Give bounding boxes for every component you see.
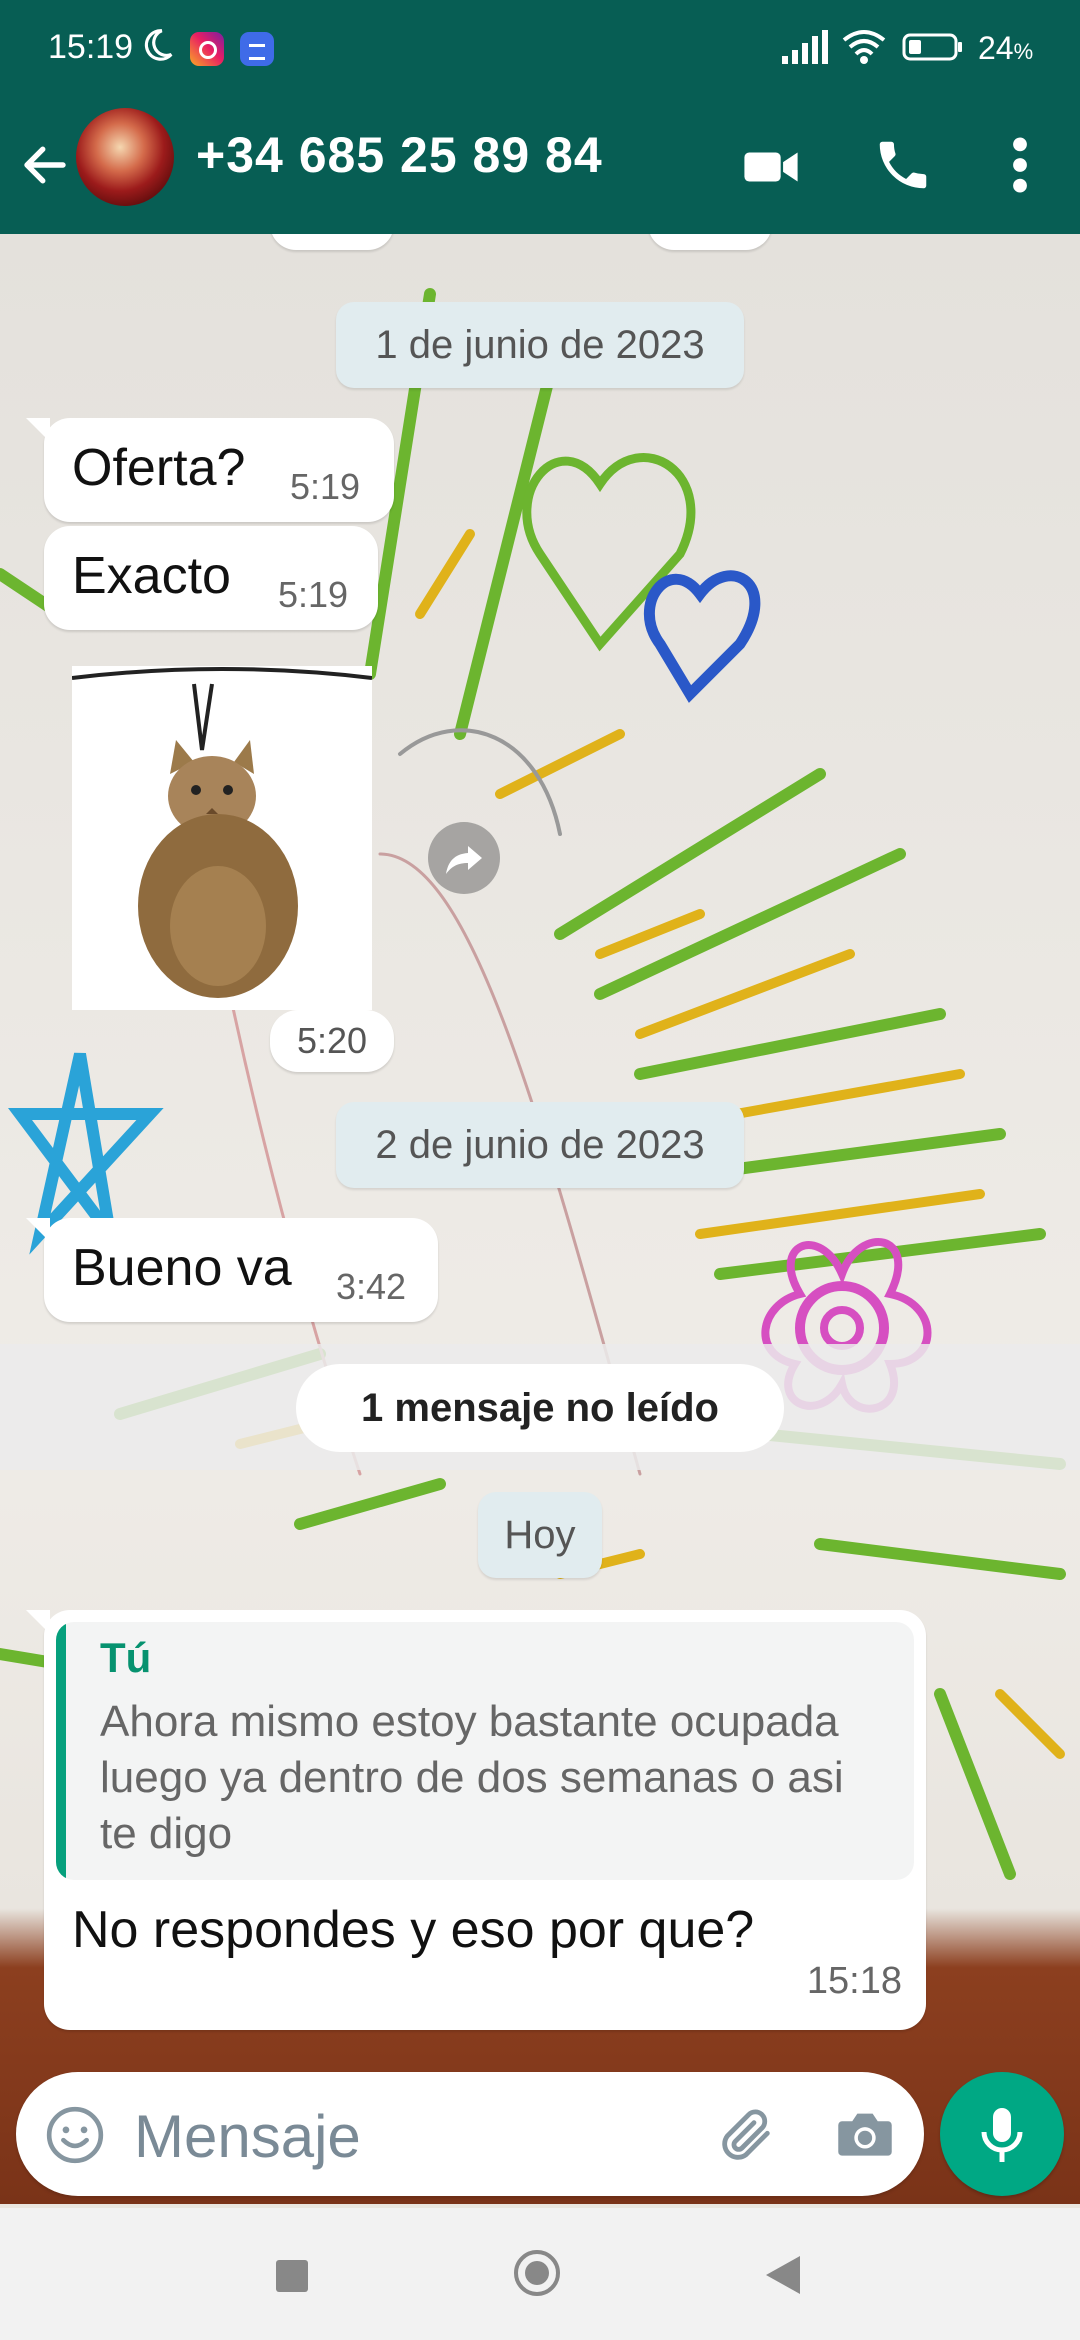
- message-bubble[interactable]: Bueno va 3:42: [44, 1218, 438, 1322]
- message-time: 3:42: [336, 1266, 407, 1307]
- quote-text: Ahora mismo estoy bastante ocupada luego…: [100, 1697, 844, 1858]
- forward-button[interactable]: [428, 822, 500, 894]
- message-input[interactable]: Mensaje: [134, 2102, 361, 2171]
- system-navigation-bar: [0, 2208, 1080, 2340]
- recents-button[interactable]: [276, 2260, 308, 2292]
- battery-icon: [902, 33, 962, 61]
- message-composer[interactable]: Mensaje: [16, 2072, 924, 2196]
- quote-bar: [56, 1622, 66, 1880]
- bubble-tail: [26, 418, 50, 442]
- partial-bubble-right: [648, 234, 772, 250]
- wifi-icon: [842, 30, 886, 64]
- emoji-icon[interactable]: [44, 2104, 106, 2166]
- messages-app-icon: [240, 32, 274, 66]
- battery-percent: 24%: [978, 30, 1034, 66]
- unread-banner: 1 mensaje no leído: [296, 1364, 784, 1452]
- instagram-icon: [190, 32, 224, 66]
- reply-message-bubble[interactable]: Tú Ahora mismo estoy bastante ocupada lu…: [44, 1610, 926, 2030]
- quote-author: Tú: [100, 1634, 152, 1681]
- date-divider: 1 de junio de 2023: [336, 302, 744, 388]
- message-time: 5:19: [290, 466, 361, 507]
- mic-icon: [981, 2108, 1023, 2162]
- status-bar: 15:19 24%: [0, 0, 1080, 100]
- message-text: Bueno va: [72, 1239, 292, 1297]
- message-text: Exacto: [72, 547, 231, 605]
- video-call-icon[interactable]: [742, 138, 800, 196]
- partial-bubble-left: [270, 234, 394, 250]
- message-time: 5:19: [278, 574, 349, 615]
- home-button[interactable]: [514, 2250, 560, 2296]
- mic-button[interactable]: [940, 2072, 1064, 2196]
- signal-icon: [782, 30, 828, 64]
- more-options-icon[interactable]: [1000, 134, 1040, 196]
- message-bubble[interactable]: Exacto 5:19: [44, 526, 378, 630]
- message-text: No respondes y eso por que?: [72, 1901, 755, 1959]
- forward-icon: [446, 846, 482, 874]
- phone-call-icon[interactable]: [872, 134, 934, 196]
- message-text: Oferta?: [72, 439, 246, 497]
- contact-name[interactable]: +34 685 25 89 84: [196, 126, 603, 184]
- status-time: 15:19: [48, 28, 134, 66]
- bubble-tail: [26, 1610, 50, 1634]
- back-arrow-icon[interactable]: [18, 138, 72, 192]
- back-button[interactable]: [766, 2256, 800, 2294]
- sticker-time: 5:20: [270, 1010, 394, 1072]
- cat-sticker-image: [71, 667, 373, 998]
- message-time: 15:18: [806, 1960, 902, 2002]
- cat-sticker[interactable]: [71, 666, 373, 1010]
- date-divider: 2 de junio de 2023: [336, 1102, 744, 1188]
- contact-avatar[interactable]: [76, 108, 174, 206]
- chat-header: +34 685 25 89 84: [0, 100, 1080, 234]
- bubble-tail: [26, 1218, 50, 1242]
- camera-icon[interactable]: [834, 2106, 896, 2162]
- chat-area[interactable]: 1 de junio de 2023 Oferta? 5:19 Exacto 5…: [0, 234, 1080, 2204]
- message-bubble[interactable]: Oferta? 5:19: [44, 418, 394, 522]
- date-divider: Hoy: [478, 1492, 602, 1578]
- quoted-message[interactable]: Tú Ahora mismo estoy bastante ocupada lu…: [56, 1622, 914, 1880]
- attach-icon[interactable]: [714, 2104, 778, 2168]
- moon-icon: [144, 29, 173, 61]
